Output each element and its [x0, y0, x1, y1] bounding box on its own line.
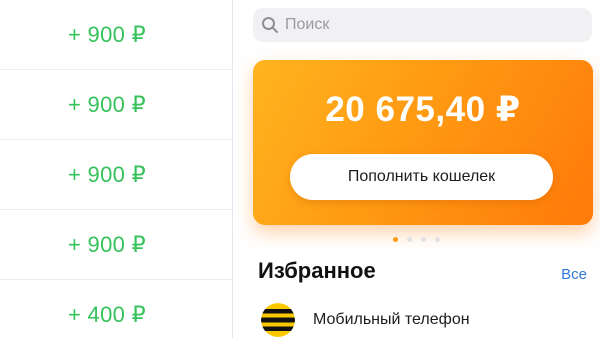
transaction-amount: + 900 ₽ [68, 231, 146, 257]
search-icon [261, 16, 279, 34]
favorites-title: Избранное [258, 258, 376, 283]
favorites-all-link[interactable]: Все [561, 266, 587, 283]
transaction-amount: + 900 ₽ [68, 161, 146, 187]
wallet-panel: 20 675,40 ₽ Пополнить кошелек Избранное … [233, 0, 600, 338]
transaction-amount: + 900 ₽ [68, 21, 146, 47]
transactions-list: + 900 ₽ + 900 ₽ + 900 ₽ + 900 ₽ + 400 ₽ [0, 0, 232, 338]
favorite-item-mobile[interactable]: Мобильный телефон [261, 302, 581, 338]
search-bar[interactable] [253, 8, 592, 42]
topup-wallet-button[interactable]: Пополнить кошелек [290, 154, 553, 200]
transaction-amount: + 900 ₽ [68, 91, 146, 117]
favorite-item-label: Мобильный телефон [313, 311, 470, 328]
wallet-balance: 20 675,40 ₽ [325, 90, 521, 129]
beeline-logo-icon [261, 303, 295, 337]
transaction-row[interactable]: + 400 ₽ [0, 280, 232, 338]
transaction-row[interactable]: + 900 ₽ [0, 70, 232, 140]
transaction-amount: + 400 ₽ [68, 302, 146, 327]
card-pager [233, 237, 600, 242]
transaction-row[interactable]: + 900 ₽ [0, 140, 232, 210]
pager-dot[interactable] [421, 237, 426, 242]
transaction-row[interactable]: + 900 ₽ [0, 0, 232, 70]
pager-dot[interactable] [407, 237, 412, 242]
wallet-card[interactable]: 20 675,40 ₽ Пополнить кошелек [253, 60, 593, 225]
screen: + 900 ₽ + 900 ₽ + 900 ₽ + 900 ₽ + 400 ₽ [0, 0, 600, 338]
pager-dot[interactable] [435, 237, 440, 242]
pager-dot-active[interactable] [393, 237, 398, 242]
transaction-row[interactable]: + 900 ₽ [0, 210, 232, 280]
search-input[interactable] [285, 16, 565, 34]
